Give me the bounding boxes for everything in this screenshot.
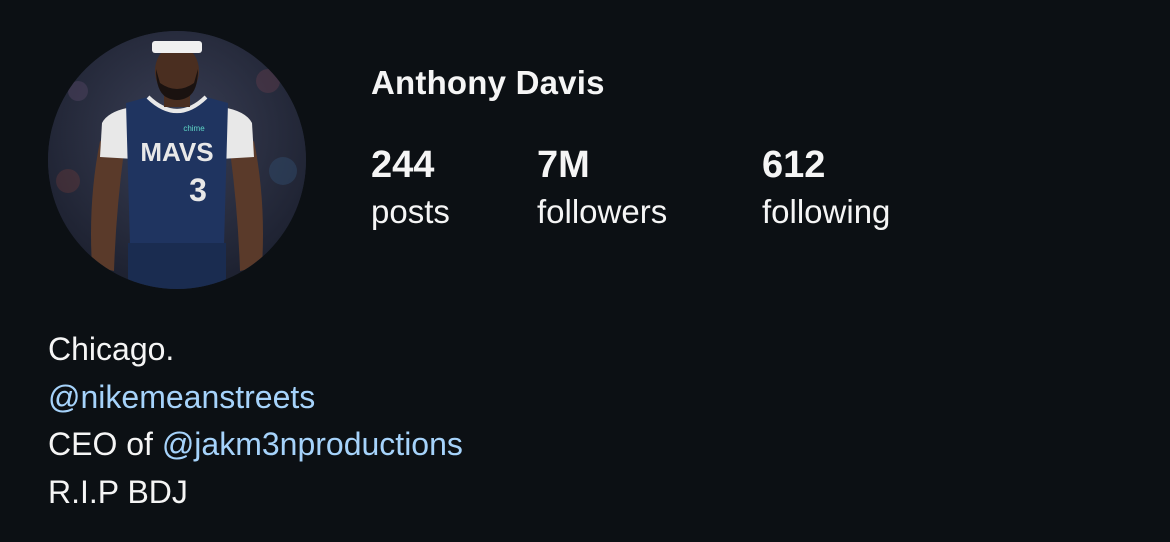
avatar-photo: MAVS 3 chime (48, 31, 306, 289)
stat-following-label: following (762, 193, 891, 230)
bio-mention-jakm3nproductions[interactable]: @jakm3nproductions (162, 426, 463, 462)
bio-ceo-line: CEO of @jakm3nproductions (48, 421, 463, 469)
bio-tribute: R.I.P BDJ (48, 473, 188, 510)
jersey-number: 3 (189, 172, 207, 208)
stat-following-count: 612 (762, 144, 826, 186)
stat-followers-count: 7M (537, 144, 590, 186)
jersey-sponsor: chime (183, 124, 205, 133)
bio-ceo-prefix: CEO of (48, 426, 162, 462)
stat-followers-label: followers (537, 193, 668, 230)
stat-followers[interactable]: 7M followers (537, 142, 667, 236)
profile-username: Anthony Davis (371, 64, 605, 101)
profile-bio: Chicago. @nikemeanstreets CEO of @jakm3n… (48, 326, 463, 516)
profile-header: MAVS 3 chime Anthony Davis 244 posts 7M … (0, 0, 1170, 542)
stat-following[interactable]: 612 following (762, 142, 890, 236)
bio-mention-nikemeanstreets[interactable]: @nikemeanstreets (48, 379, 315, 415)
bio-location: Chicago. (48, 331, 175, 367)
jersey-team-text: MAVS (140, 137, 213, 167)
stat-posts[interactable]: 244 posts (371, 142, 450, 236)
stat-posts-count: 244 (371, 144, 435, 186)
profile-avatar[interactable]: MAVS 3 chime (48, 31, 306, 289)
stat-posts-label: posts (371, 193, 450, 230)
